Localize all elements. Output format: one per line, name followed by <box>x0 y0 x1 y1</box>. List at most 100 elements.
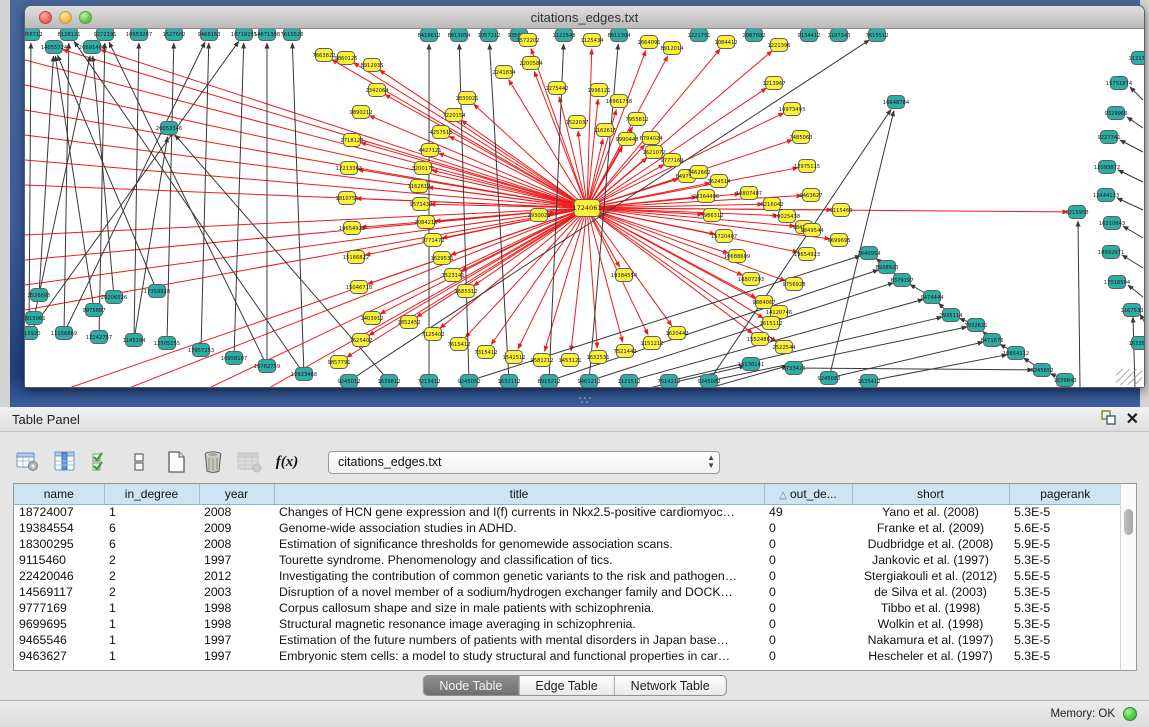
table-cell[interactable]: 2012 <box>199 568 274 584</box>
tab-node-table[interactable]: Node Table <box>423 676 519 695</box>
window-titlebar[interactable]: citations_edges.txt <box>25 6 1144 29</box>
table-cell[interactable]: 1997 <box>199 552 274 568</box>
table-cell[interactable]: 5.3E-5 <box>1009 552 1121 568</box>
table-cell[interactable]: 2 <box>104 584 199 600</box>
table-cell[interactable]: 1997 <box>199 648 274 664</box>
table-row[interactable]: 946554611997Estimation of the future num… <box>14 632 1121 648</box>
scrollbar-thumb[interactable] <box>1124 509 1133 535</box>
table-cell[interactable]: Embryonic stem cells: a model to study s… <box>274 648 764 664</box>
table-cell[interactable]: 5.3E-5 <box>1009 632 1121 648</box>
table-cell[interactable]: 6 <box>104 520 199 536</box>
table-cell[interactable]: 6 <box>104 536 199 552</box>
column-header[interactable]: in_degree <box>104 484 199 504</box>
table-cell[interactable]: 2 <box>104 552 199 568</box>
table-row[interactable]: 969969511998Structural magnetic resonanc… <box>14 616 1121 632</box>
table-cell[interactable]: 0 <box>764 520 852 536</box>
table-cell[interactable]: 0 <box>764 552 852 568</box>
table-cell[interactable]: 5.3E-5 <box>1009 616 1121 632</box>
table-cell[interactable]: 2 <box>104 568 199 584</box>
table-cell[interactable]: 0 <box>764 616 852 632</box>
network-view-window[interactable]: citations_edges.txt 20567128128121927219… <box>24 5 1145 388</box>
table-cell[interactable]: Estimation of significance thresholds fo… <box>274 536 764 552</box>
table-cell[interactable]: de Silva et al. (2003) <box>852 584 1009 600</box>
column-header[interactable]: short <box>852 484 1009 504</box>
table-cell[interactable]: 1 <box>104 648 199 664</box>
table-cell[interactable]: 18724007 <box>14 504 104 520</box>
table-row[interactable]: 1938455462009Genome-wide association stu… <box>14 520 1121 536</box>
table-cell[interactable]: 0 <box>764 600 852 616</box>
table-cell[interactable]: Wolkin et al. (1998) <box>852 616 1009 632</box>
table-cell[interactable]: 5.3E-5 <box>1009 600 1121 616</box>
table-cell[interactable]: 1 <box>104 616 199 632</box>
column-header[interactable]: title <box>274 484 764 504</box>
table-cell[interactable]: 1998 <box>199 600 274 616</box>
table-cell[interactable]: 9777169 <box>14 600 104 616</box>
table-cell[interactable]: 1998 <box>199 616 274 632</box>
table-cell[interactable]: 0 <box>764 568 852 584</box>
select-columns-icon[interactable] <box>51 448 79 476</box>
column-header[interactable]: △out_de... <box>764 484 852 504</box>
rows-icon[interactable] <box>125 448 153 476</box>
table-cell[interactable]: 18300295 <box>14 536 104 552</box>
attribute-table[interactable]: namein_degreeyeartitle△out_de...shortpag… <box>13 483 1137 671</box>
table-cell[interactable]: Jankovic et al. (1997) <box>852 552 1009 568</box>
table-cell[interactable]: Genome-wide association studies in ADHD. <box>274 520 764 536</box>
network-canvas[interactable]: 2056712812812192721911065328715276029466… <box>25 29 1144 387</box>
table-cell[interactable]: 2003 <box>199 584 274 600</box>
table-cell[interactable]: 1 <box>104 600 199 616</box>
vertical-scrollbar[interactable] <box>1120 484 1136 670</box>
table-body[interactable]: 1872400712008Changes of HCN gene express… <box>14 504 1121 664</box>
table-row[interactable]: 1872400712008Changes of HCN gene express… <box>14 504 1121 520</box>
network-table-select[interactable]: citations_edges.txt ▲▼ <box>328 451 720 474</box>
table-cell[interactable]: Estimation of the future numbers of pati… <box>274 632 764 648</box>
delete-table-icon[interactable] <box>199 448 227 476</box>
table-cell[interactable]: Structural magnetic resonance image aver… <box>274 616 764 632</box>
table-cell[interactable]: 2008 <box>199 536 274 552</box>
table-cell[interactable]: 5.3E-5 <box>1009 504 1121 520</box>
table-settings-icon[interactable] <box>14 448 42 476</box>
table-cell[interactable]: 9699695 <box>14 616 104 632</box>
table-cell[interactable]: Disruption of a novel member of a sodium… <box>274 584 764 600</box>
table-cell[interactable]: 0 <box>764 584 852 600</box>
select-all-checklist-icon[interactable] <box>88 448 116 476</box>
table-cell[interactable]: 0 <box>764 536 852 552</box>
table-cell[interactable]: Investigating the contribution of common… <box>274 568 764 584</box>
table-cell[interactable]: Nakamura et al. (1997) <box>852 632 1009 648</box>
column-header[interactable]: pagerank <box>1009 484 1121 504</box>
function-builder-icon[interactable]: f(x) <box>273 448 301 476</box>
table-cell[interactable]: Changes of HCN gene expression and I(f) … <box>274 504 764 520</box>
table-cell[interactable]: Tourette syndrome. Phenomenology and cla… <box>274 552 764 568</box>
table-row[interactable]: 977716911998Corpus callosum shape and si… <box>14 600 1121 616</box>
table-cell[interactable]: Corpus callosum shape and size in male p… <box>274 600 764 616</box>
table-cell[interactable]: 0 <box>764 632 852 648</box>
column-header[interactable]: year <box>199 484 274 504</box>
table-cell[interactable]: 1 <box>104 504 199 520</box>
table-cell[interactable]: 19384554 <box>14 520 104 536</box>
splitter-handle[interactable] <box>577 396 593 404</box>
window-resize-grip[interactable] <box>1116 369 1142 385</box>
table-cell[interactable]: 5.3E-5 <box>1009 584 1121 600</box>
table-cell[interactable]: 2008 <box>199 504 274 520</box>
table-cell[interactable]: 22420046 <box>14 568 104 584</box>
table-cell[interactable]: 5.6E-5 <box>1009 520 1121 536</box>
table-cell[interactable]: 9465546 <box>14 632 104 648</box>
table-cell[interactable]: 5.3E-5 <box>1009 648 1121 664</box>
table-row[interactable]: 946362711997Embryonic stem cells: a mode… <box>14 648 1121 664</box>
table-cell[interactable]: Tibbo et al. (1998) <box>852 600 1009 616</box>
table-cell[interactable]: Hescheler et al. (1997) <box>852 648 1009 664</box>
table-cell[interactable]: 9115460 <box>14 552 104 568</box>
new-table-icon[interactable] <box>162 448 190 476</box>
table-cell[interactable]: 5.5E-5 <box>1009 568 1121 584</box>
table-cell[interactable]: 14569117 <box>14 584 104 600</box>
table-cell[interactable]: 2009 <box>199 520 274 536</box>
table-row[interactable]: 911546021997Tourette syndrome. Phenomeno… <box>14 552 1121 568</box>
column-header[interactable]: name <box>14 484 104 504</box>
table-cell[interactable]: 0 <box>764 648 852 664</box>
tab-network-table[interactable]: Network Table <box>615 676 726 695</box>
close-icon[interactable]: ✕ <box>1126 411 1139 429</box>
attribute-table-grid[interactable]: namein_degreeyeartitle△out_de...shortpag… <box>14 484 1121 664</box>
table-row[interactable]: 1456911722003Disruption of a novel membe… <box>14 584 1121 600</box>
table-cell[interactable]: 49 <box>764 504 852 520</box>
table-cell[interactable]: 9463627 <box>14 648 104 664</box>
table-cell[interactable]: Dudbridge et al. (2008) <box>852 536 1009 552</box>
